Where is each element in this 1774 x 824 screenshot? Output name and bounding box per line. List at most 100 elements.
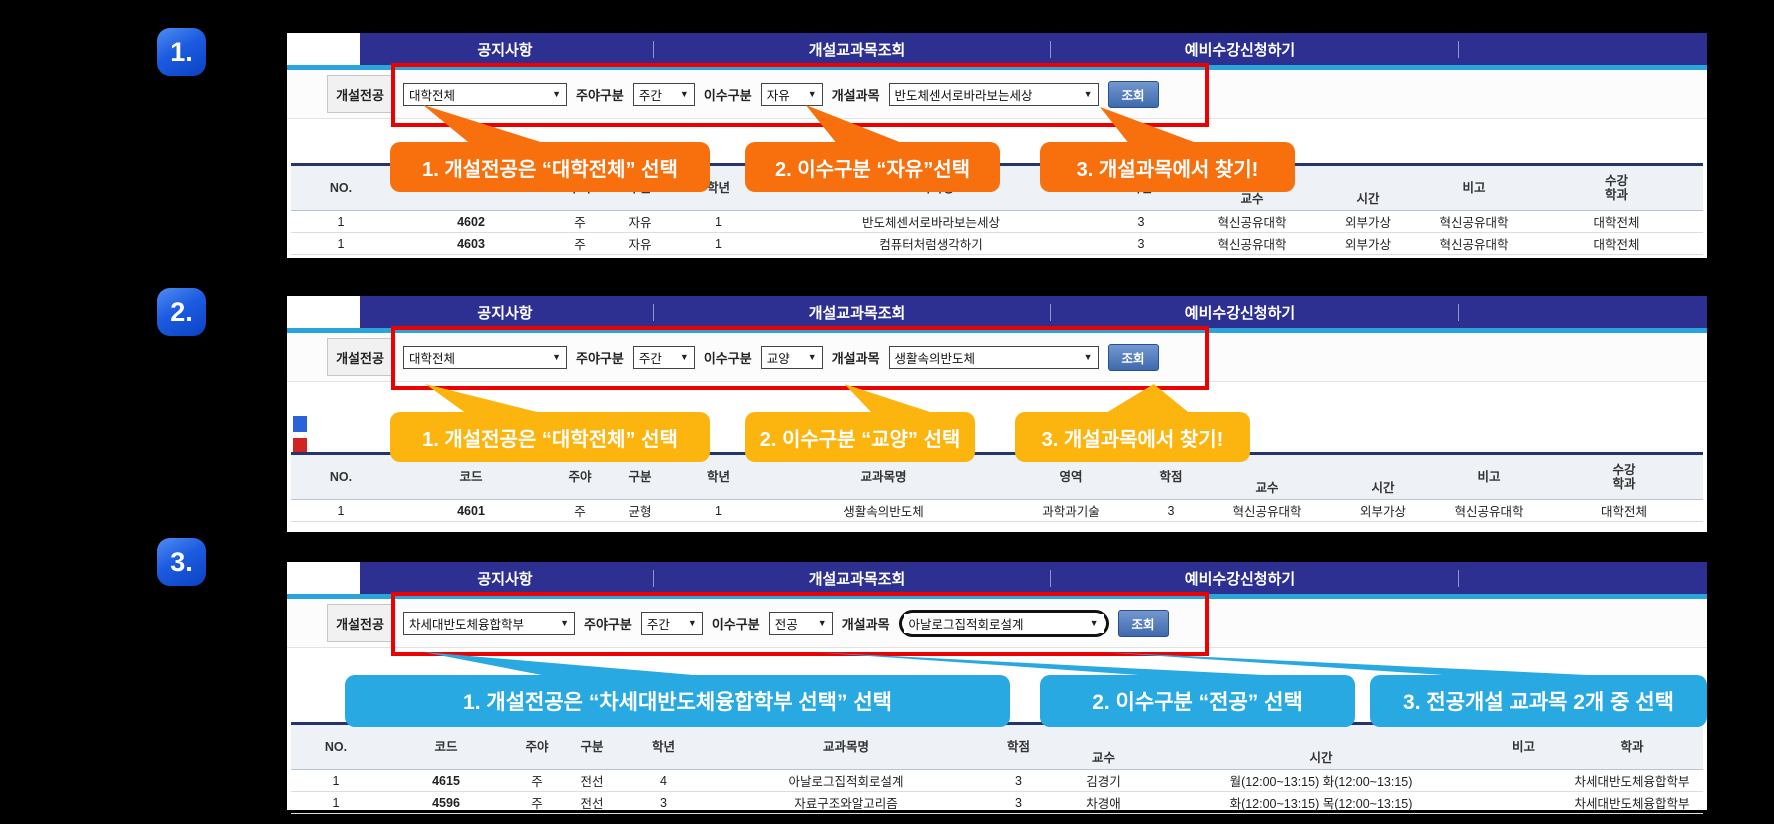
search-button[interactable]: 조회 — [1108, 344, 1159, 371]
table-row: 1 4602 주 자유 1 반도체센서로바라보는세상 3 혁신공유대학 외부가상… — [291, 211, 1703, 233]
category-label: 이수구분 — [704, 85, 752, 104]
cell-note — [1486, 792, 1561, 814]
major-select[interactable]: 차세대반도체융합학부 ▼ — [403, 612, 575, 635]
col-dept: 수강 학과 — [1545, 454, 1703, 500]
cell-daynight: 주 — [551, 500, 609, 522]
category-select[interactable]: 자유 ▼ — [761, 83, 823, 106]
cell-code[interactable]: 4596 — [381, 792, 511, 814]
major-select-value: 대학전체 — [409, 85, 455, 104]
category-select[interactable]: 전공 ▼ — [769, 612, 833, 635]
tab-pre-registration[interactable]: 예비수강신청하기 — [1185, 296, 1295, 328]
tab-course-search[interactable]: 개설교과목조회 — [809, 33, 906, 65]
tab-course-search[interactable]: 개설교과목조회 — [809, 562, 906, 594]
callout-step3-2: 2. 이수구분 “전공” 선택 — [1040, 675, 1355, 727]
tab-separator — [653, 304, 654, 321]
search-button[interactable]: 조회 — [1108, 81, 1159, 108]
tab-pre-registration[interactable]: 예비수강신청하기 — [1185, 562, 1295, 594]
col-year: 학년 — [621, 724, 706, 770]
col-code: 코드 — [381, 724, 511, 770]
cell-credit: 3 — [986, 792, 1051, 814]
major-select-value: 차세대반도체융합학부 — [409, 614, 524, 633]
course-table: NO. 코드 주야 구분 학년 교과목명 학점 교수 시간 비고 학과 1 46… — [291, 722, 1703, 814]
tab-notices[interactable]: 공지사항 — [477, 296, 532, 328]
col-type: 구분 — [563, 724, 621, 770]
cell-code[interactable]: 4603 — [391, 233, 551, 255]
cell-credit: 3 — [986, 770, 1051, 792]
daynight-select[interactable]: 주간 ▼ — [641, 612, 703, 635]
callout-step1-2: 2. 이수구분 “자유”선택 — [745, 142, 1000, 192]
daynight-select[interactable]: 주간 ▼ — [633, 83, 695, 106]
category-select[interactable]: 교양 ▼ — [761, 346, 823, 369]
cell-area: 과학과기술 — [1001, 500, 1141, 522]
cell-note: 혁신공유대학 — [1418, 233, 1530, 255]
daynight-select[interactable]: 주간 ▼ — [633, 346, 695, 369]
course-label: 개설과목 — [842, 614, 890, 633]
cell-year: 1 — [671, 233, 766, 255]
cell-professor: 혁신공유대학 — [1186, 211, 1318, 233]
course-select[interactable]: 생활속의반도체 ▼ — [889, 346, 1099, 369]
tab-separator — [1050, 41, 1051, 58]
callout-step1-1: 1. 개설전공은 “대학전체” 선택 — [390, 142, 710, 192]
col-note: 비고 — [1418, 165, 1530, 211]
cell-no: 1 — [291, 792, 381, 814]
category-select-value: 전공 — [775, 614, 798, 633]
col-no: NO. — [291, 454, 391, 500]
chevron-down-icon: ▼ — [560, 618, 569, 628]
ui-fragment — [293, 416, 307, 432]
cell-daynight: 주 — [551, 233, 609, 255]
search-button[interactable]: 조회 — [1118, 610, 1169, 637]
course-select[interactable]: 아날로그집적회로설계 ▼ — [904, 614, 1104, 633]
tab-separator — [653, 570, 654, 587]
tab-notices[interactable]: 공지사항 — [477, 33, 532, 65]
panel-step-1: 공지사항 개설교과목조회 예비수강신청하기 개설전공 대학전체 ▼ 주야구분 주… — [287, 33, 1707, 258]
table-row: 1 4615 주 전선 4 아날로그집적회로설계 3 김경기 월(12:00~1… — [291, 770, 1703, 792]
cell-code[interactable]: 4602 — [391, 211, 551, 233]
course-label: 개설과목 — [832, 85, 880, 104]
daynight-label: 주야구분 — [576, 348, 624, 367]
cell-code[interactable]: 4615 — [381, 770, 511, 792]
tab-pre-registration[interactable]: 예비수강신청하기 — [1185, 33, 1295, 65]
tab-separator — [1458, 304, 1459, 321]
callout-step1-3: 3. 개설과목에서 찾기! — [1040, 142, 1295, 192]
filter-row: 개설전공 차세대반도체융합학부 ▼ 주야구분 주간 ▼ 이수구분 전공 ▼ 개설… — [287, 599, 1707, 648]
col-time: 시간 — [1333, 454, 1433, 500]
course-select[interactable]: 반도체센서로바라보는세상 ▼ — [889, 83, 1099, 106]
major-label: 개설전공 — [327, 338, 393, 376]
cell-daynight: 주 — [551, 211, 609, 233]
cell-year: 4 — [621, 770, 706, 792]
step-badge-2: 2. — [157, 288, 206, 336]
major-select-value: 대학전체 — [409, 348, 455, 367]
cell-credit: 3 — [1096, 211, 1186, 233]
chevron-down-icon: ▼ — [808, 352, 817, 362]
cell-course: 아날로그집적회로설계 — [706, 770, 986, 792]
cell-no: 1 — [291, 211, 391, 233]
tab-separator — [1458, 41, 1459, 58]
major-select[interactable]: 대학전체 ▼ — [403, 346, 567, 369]
tab-course-search[interactable]: 개설교과목조회 — [809, 296, 906, 328]
cell-year: 1 — [671, 500, 766, 522]
cell-credit: 3 — [1096, 233, 1186, 255]
callout-step3-3: 3. 전공개설 교과목 2개 중 선택 — [1370, 675, 1707, 727]
category-select-value: 교양 — [767, 348, 790, 367]
daynight-select-value: 주간 — [639, 85, 662, 104]
col-note: 비고 — [1433, 454, 1545, 500]
cell-dept: 차세대반도체융합학부 — [1561, 770, 1703, 792]
chevron-down-icon: ▼ — [818, 618, 827, 628]
table-header-row: NO. 코드 주야 구분 학년 교과목명 학점 교수 시간 비고 학과 — [291, 724, 1703, 770]
panel-step-2: 공지사항 개설교과목조회 예비수강신청하기 개설전공 대학전체 ▼ 주야구분 주… — [287, 296, 1707, 532]
tab-bar: 공지사항 개설교과목조회 예비수강신청하기 — [360, 562, 1707, 594]
cell-daynight: 주 — [511, 792, 563, 814]
course-table: NO. 코드 주야 구분 학년 교과목명 영역 학점 교수 시간 비고 수강 학… — [291, 452, 1703, 522]
cell-dept: 대학전체 — [1530, 233, 1703, 255]
cell-course: 생활속의반도체 — [766, 500, 1001, 522]
chevron-down-icon: ▼ — [552, 89, 561, 99]
panel-step-3: 공지사항 개설교과목조회 예비수강신청하기 개설전공 차세대반도체융합학부 ▼ … — [287, 562, 1707, 810]
major-select[interactable]: 대학전체 ▼ — [403, 83, 567, 106]
ui-fragment — [293, 438, 307, 452]
chevron-down-icon: ▼ — [680, 352, 689, 362]
col-credit: 학점 — [986, 724, 1051, 770]
category-select-value: 자유 — [767, 85, 790, 104]
chevron-down-icon: ▼ — [808, 89, 817, 99]
cell-code[interactable]: 4601 — [391, 500, 551, 522]
tab-notices[interactable]: 공지사항 — [477, 562, 532, 594]
